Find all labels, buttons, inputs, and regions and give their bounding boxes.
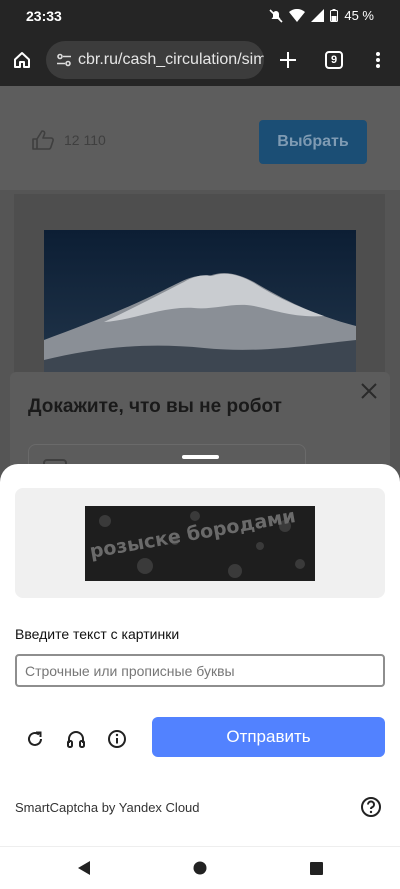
captcha-sheet: розыске бородами Введите текст с картинк… <box>0 455 400 846</box>
close-icon[interactable] <box>358 380 380 402</box>
browser-toolbar: cbr.ru/cash_circulation/simv 9 <box>0 34 400 86</box>
square-recents-icon <box>309 861 323 875</box>
captcha-input[interactable] <box>15 654 385 687</box>
status-bar: 23:33 45 % <box>0 0 400 34</box>
thumbs-up-icon <box>32 130 54 150</box>
like-count: 12 110 <box>64 132 106 148</box>
headphones-icon <box>67 731 85 748</box>
battery-icon <box>330 9 339 22</box>
info-button[interactable] <box>104 726 130 752</box>
captcha-input-label: Введите текст с картинки <box>15 626 180 642</box>
info-icon <box>108 730 126 748</box>
status-icons: 45 % <box>269 8 374 23</box>
menu-button[interactable] <box>356 34 400 86</box>
status-time: 23:33 <box>26 8 62 24</box>
back-button[interactable] <box>73 857 95 879</box>
home-icon <box>14 52 30 68</box>
site-settings-icon[interactable] <box>56 52 72 68</box>
tab-count: 9 <box>325 51 343 69</box>
audio-button[interactable] <box>63 726 89 752</box>
captcha-image: розыске бородами <box>85 506 315 581</box>
home-nav-button[interactable] <box>189 857 211 879</box>
choose-button[interactable]: Выбрать <box>259 120 367 164</box>
help-icon[interactable] <box>360 796 382 818</box>
signal-icon <box>311 9 325 22</box>
mute-icon <box>269 8 283 23</box>
like-control[interactable]: 12 110 <box>32 130 106 150</box>
refresh-icon <box>28 731 42 746</box>
plus-icon <box>280 52 296 68</box>
mountain-photo <box>44 230 356 390</box>
wifi-icon <box>289 8 306 23</box>
url-text: cbr.ru/cash_circulation/simv <box>78 51 264 68</box>
system-nav-bar <box>0 846 400 889</box>
battery-percent: 45 % <box>344 8 374 23</box>
refresh-button[interactable] <box>22 726 48 752</box>
more-vert-icon <box>376 52 380 68</box>
new-tab-button[interactable] <box>266 34 310 86</box>
coin-card-footer: 12 110 Выбрать <box>0 86 400 190</box>
address-bar[interactable]: cbr.ru/cash_circulation/simv <box>46 41 264 79</box>
home-button[interactable] <box>0 34 44 86</box>
recents-button[interactable] <box>305 857 327 879</box>
robot-dialog-title: Докажите, что вы не робот <box>28 396 282 417</box>
captcha-image-container: розыске бородами <box>15 488 385 598</box>
back-icon <box>78 861 90 875</box>
tab-switcher-button[interactable]: 9 <box>312 34 356 86</box>
circle-home-icon <box>193 861 207 875</box>
sheet-handle[interactable] <box>182 455 219 459</box>
captcha-brand: SmartCaptcha by Yandex Cloud <box>15 800 200 815</box>
submit-button[interactable]: Отправить <box>152 717 385 757</box>
